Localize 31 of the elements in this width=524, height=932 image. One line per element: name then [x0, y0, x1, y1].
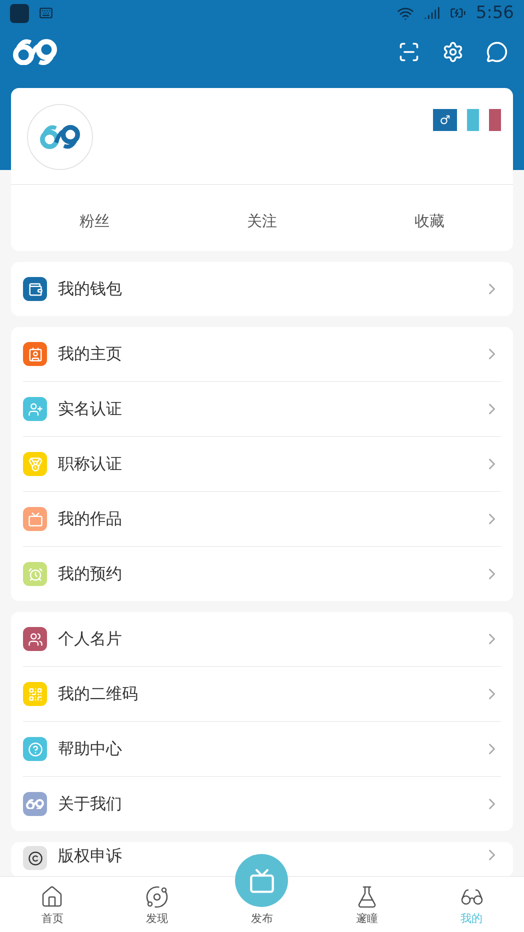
tab[interactable]: 发布 [210, 854, 314, 932]
app-icon [10, 4, 29, 22]
stat-label[interactable]: 关注 [178, 212, 346, 230]
menu-item[interactable]: 职称认证 [23, 437, 501, 492]
tab[interactable]: 首页 [0, 885, 105, 932]
stat-label[interactable]: 收藏 [346, 212, 513, 230]
menu-item[interactable]: 帮助中心 [23, 722, 501, 777]
menu-item[interactable]: 个人名片 [23, 612, 501, 667]
scan-icon[interactable] [398, 41, 420, 63]
tab[interactable]: 邃瞳 [314, 885, 420, 932]
message-icon[interactable] [486, 41, 508, 63]
menu-item[interactable]: 我的钱包 [23, 262, 501, 316]
menu-item[interactable]: 我的主页 [23, 327, 501, 382]
menu-item[interactable]: 我的二维码 [23, 667, 501, 722]
stat-label[interactable]: 粉丝 [11, 212, 178, 230]
menu-item[interactable]: 关于我们 [23, 777, 501, 831]
logo-icon [13, 38, 57, 66]
avatar[interactable] [27, 104, 93, 170]
logo-icon [26, 798, 44, 810]
clock-time: 5:56 [476, 3, 514, 23]
home-icon [40, 885, 64, 909]
menu-item[interactable]: 实名认证 [23, 382, 501, 437]
signal-icon [424, 5, 440, 21]
menu-item[interactable]: 我的预约 [23, 547, 501, 601]
tab[interactable]: 发现 [104, 885, 210, 932]
keyboard-icon [39, 6, 53, 20]
menu-item[interactable]: 我的作品 [23, 492, 501, 547]
gender-tag: ♂ [433, 109, 457, 131]
planet-icon [145, 885, 170, 909]
logo-icon [40, 125, 80, 149]
settings-icon[interactable] [442, 41, 464, 63]
